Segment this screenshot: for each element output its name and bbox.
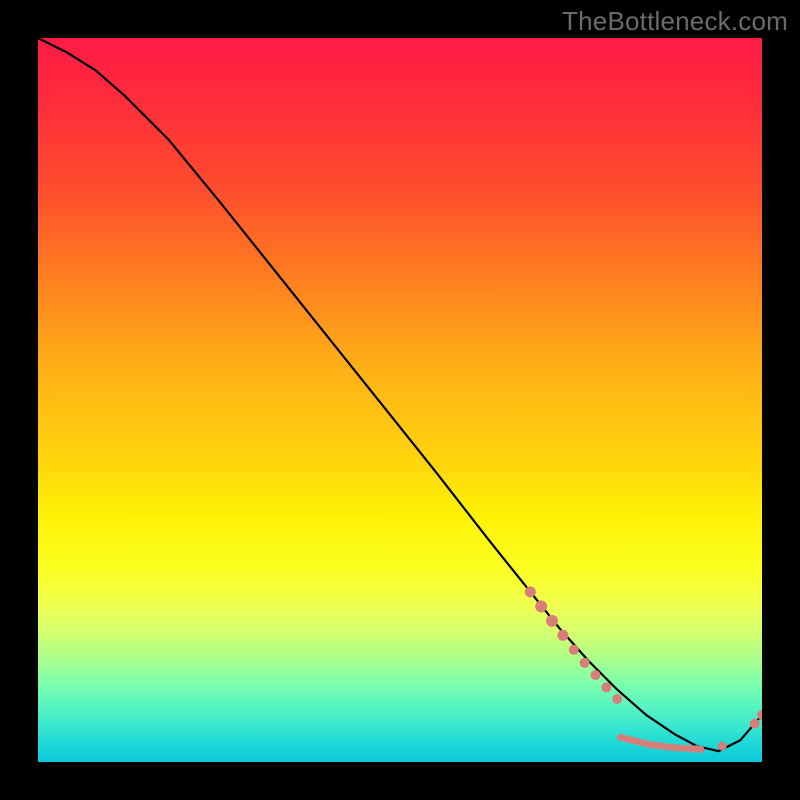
watermark-text: TheBottleneck.com bbox=[562, 6, 788, 37]
data-point bbox=[546, 615, 558, 627]
data-point bbox=[612, 694, 622, 704]
data-point bbox=[718, 742, 727, 751]
data-point bbox=[580, 658, 590, 668]
chart-svg bbox=[38, 38, 762, 762]
data-point bbox=[557, 630, 568, 641]
data-point bbox=[525, 586, 536, 597]
data-point bbox=[535, 600, 547, 612]
data-point bbox=[601, 682, 611, 692]
data-point bbox=[750, 719, 760, 729]
bottleneck-curve bbox=[38, 38, 762, 751]
data-point bbox=[697, 746, 705, 754]
chart-frame: TheBottleneck.com bbox=[0, 0, 800, 800]
plot-area bbox=[38, 38, 762, 762]
data-markers bbox=[525, 586, 762, 753]
data-point bbox=[590, 670, 600, 680]
data-point bbox=[569, 645, 579, 655]
